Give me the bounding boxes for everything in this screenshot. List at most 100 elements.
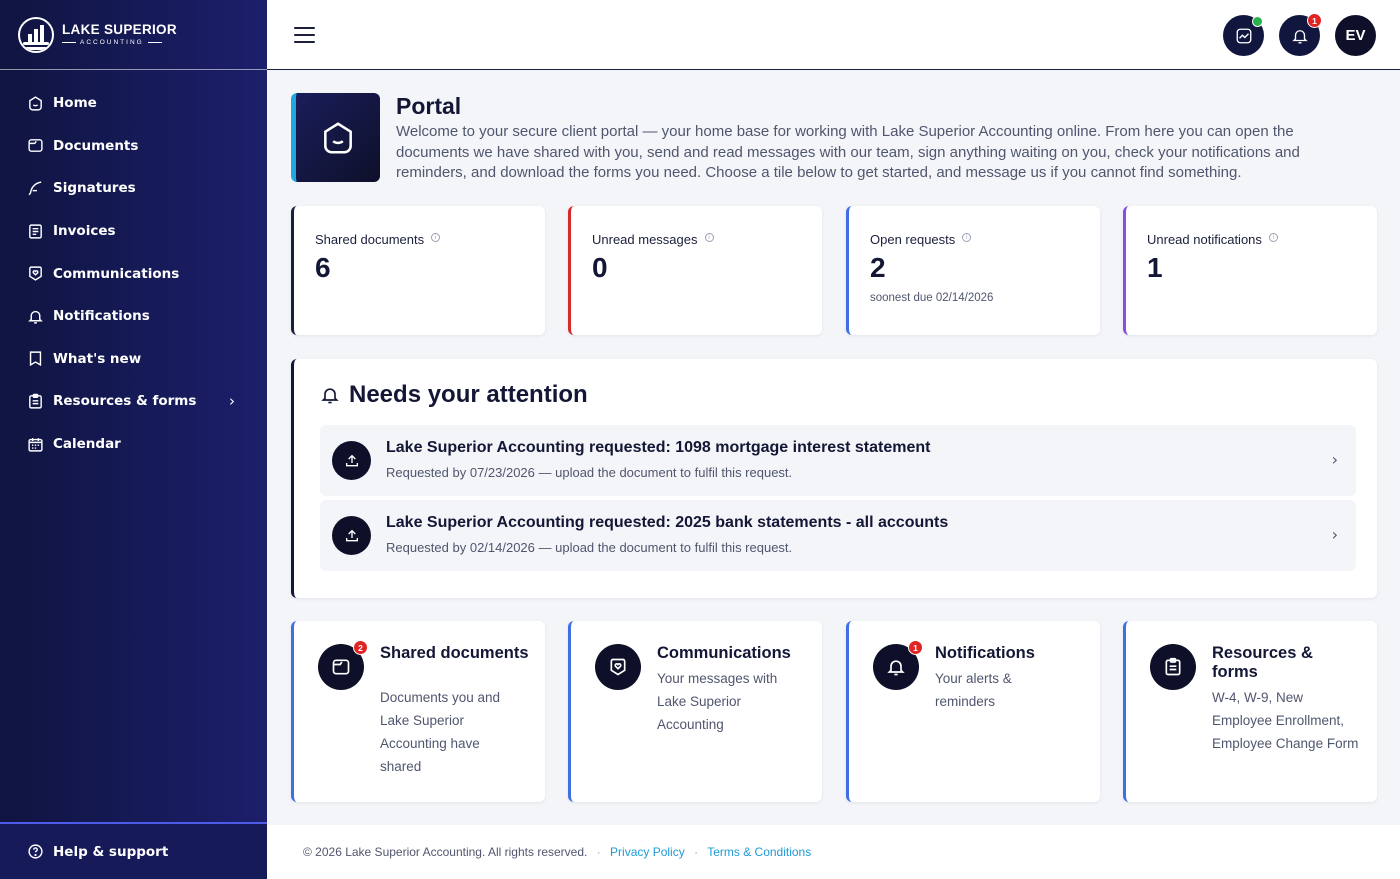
stat-value: 2 [870,252,886,283]
sidebar-item-communications[interactable]: Communications [0,252,267,295]
sidebar-item-label: Calendar [53,436,121,453]
tile-title: Communications [657,644,791,662]
tile-desc: Your messages with Lake Superior Account… [657,671,778,732]
stat-sub: soonest due 02/14/2026 [870,292,994,304]
brand-logo[interactable]: LAKE SUPERIOR ACCOUNTING [0,0,267,70]
activity-icon [1236,28,1251,43]
tile-badge: 2 [353,640,368,655]
bell-icon [1291,29,1308,43]
invoice-icon [26,222,44,240]
stat-value: 6 [315,252,331,283]
privacy-policy-link[interactable]: Privacy Policy [610,845,685,859]
tile-desc: Your alerts & reminders [935,671,1012,709]
request-sub: Requested by 07/23/2026 — upload the doc… [386,465,793,480]
stat-card-unread-messages[interactable]: Unread messages i 0 [568,206,822,335]
tile-resources-forms[interactable]: Resources & forms W-4, W-9, New Employee… [1123,621,1377,802]
stat-card-unread-notifications[interactable]: Unread notifications i 1 [1123,206,1377,335]
tile-badge: 1 [908,640,923,655]
copyright-text: © 2026 Lake Superior Accounting. All rig… [303,845,588,859]
avatar[interactable]: EV [1335,15,1376,56]
sidebar-item-label: Resources & forms [53,393,197,410]
clipboard-icon [26,392,44,410]
brand-sub: ACCOUNTING [62,39,177,47]
info-icon[interactable]: i [704,233,714,242]
stat-value: 0 [592,252,608,283]
stat-label: Shared documents [315,232,425,247]
request-title: Lake Superior Accounting requested: 2025… [386,514,949,531]
stat-card-shared-documents[interactable]: Shared documents i 6 [291,206,545,335]
chevron-right-icon[interactable]: › [229,392,235,410]
request-item[interactable]: Lake Superior Accounting requested: 2025… [320,500,1356,571]
activity-button[interactable] [1223,15,1264,56]
brand-name: LAKE SUPERIOR [62,22,177,37]
notifications-button[interactable]: 1 [1279,13,1322,56]
sidebar-item-resources[interactable]: Resources & forms › [0,380,267,423]
folder-icon [26,137,44,155]
footer-separator: · [694,845,699,859]
sidebar-item-home[interactable]: Home [0,82,267,125]
footer-separator: · [596,845,601,859]
topbar: 1 EV [267,0,1400,70]
sidebar-item-calendar[interactable]: Calendar [0,423,267,466]
info-icon[interactable]: i [1268,233,1278,242]
stat-label: Open requests [870,232,956,247]
sidebar-item-label: What's new [53,350,142,367]
tile-communications[interactable]: Communications Your messages with Lake S… [568,621,822,802]
bell-icon [321,388,339,404]
bell-icon [26,307,44,325]
sidebar-item-whats-new[interactable]: What's new [0,338,267,381]
tile-desc: W-4, W-9, New Employee Enrollment, Emplo… [1212,690,1359,751]
sidebar-item-label: Invoices [53,223,116,240]
request-title: Lake Superior Accounting requested: 1098… [386,439,931,456]
stat-label: Unread notifications [1147,232,1262,247]
request-sub: Requested by 02/14/2026 — upload the doc… [386,540,793,555]
attention-panel: Needs your attention Lake Superior Accou… [291,359,1377,598]
tile-notifications[interactable]: 1 Notifications Your alerts & reminders [846,621,1100,802]
clipboard-icon [1150,644,1196,690]
terms-conditions-link[interactable]: Terms & Conditions [707,845,811,859]
stat-label: Unread messages [592,232,698,247]
heart-chat-icon [595,644,641,690]
bell-icon: 1 [873,640,923,690]
folder-icon: 2 [318,640,368,690]
tile-shared-documents[interactable]: 2 Shared documents Documents you and Lak… [291,621,545,802]
sidebar-item-label: Signatures [53,180,136,197]
upload-icon [332,441,371,480]
sidebar: LAKE SUPERIOR ACCOUNTING Home Documents … [0,0,267,879]
sidebar-item-label: Documents [53,137,139,154]
tile-title: Notifications [935,644,1035,662]
info-icon[interactable]: i [962,233,972,242]
sidebar-item-label: Home [53,95,97,112]
page-footer: © 2026 Lake Superior Accounting. All rig… [267,825,1400,879]
heart-chat-icon [26,265,44,283]
upload-icon [332,516,371,555]
sidebar-item-invoices[interactable]: Invoices [0,210,267,253]
help-icon [26,843,44,861]
sidebar-item-label: Communications [53,265,180,282]
chevron-right-icon: › [1331,525,1338,544]
info-icon[interactable]: i [431,233,441,242]
tile-title: Resources & forms [1212,644,1313,681]
sidebar-nav: Home Documents Signatures Invoices Commu… [0,70,267,465]
sidebar-footer-label: Help & support [53,843,169,860]
sidebar-item-label: Notifications [53,308,150,325]
page-description: Welcome to your secure client portal — y… [396,123,1300,181]
brand-mark-icon [18,16,54,53]
calendar-icon [26,435,44,453]
request-item[interactable]: Lake Superior Accounting requested: 1098… [320,425,1356,496]
attention-title: Needs your attention [349,381,588,408]
tile-title: Shared documents [380,644,529,662]
menu-toggle-icon[interactable] [294,27,315,43]
home-icon [26,94,44,112]
stat-value: 1 [1147,252,1163,283]
notifications-badge: 1 [1307,13,1322,28]
sidebar-item-documents[interactable]: Documents [0,125,267,168]
feather-icon [26,179,44,197]
sidebar-item-notifications[interactable]: Notifications [0,295,267,338]
page-title: Portal [396,93,462,119]
stat-card-open-requests[interactable]: Open requests i 2 soonest due 02/14/2026 [846,206,1100,335]
portal-icon [291,93,380,182]
sidebar-item-signatures[interactable]: Signatures [0,167,267,210]
bookmark-icon [26,350,44,368]
sidebar-item-help[interactable]: Help & support [0,822,267,879]
